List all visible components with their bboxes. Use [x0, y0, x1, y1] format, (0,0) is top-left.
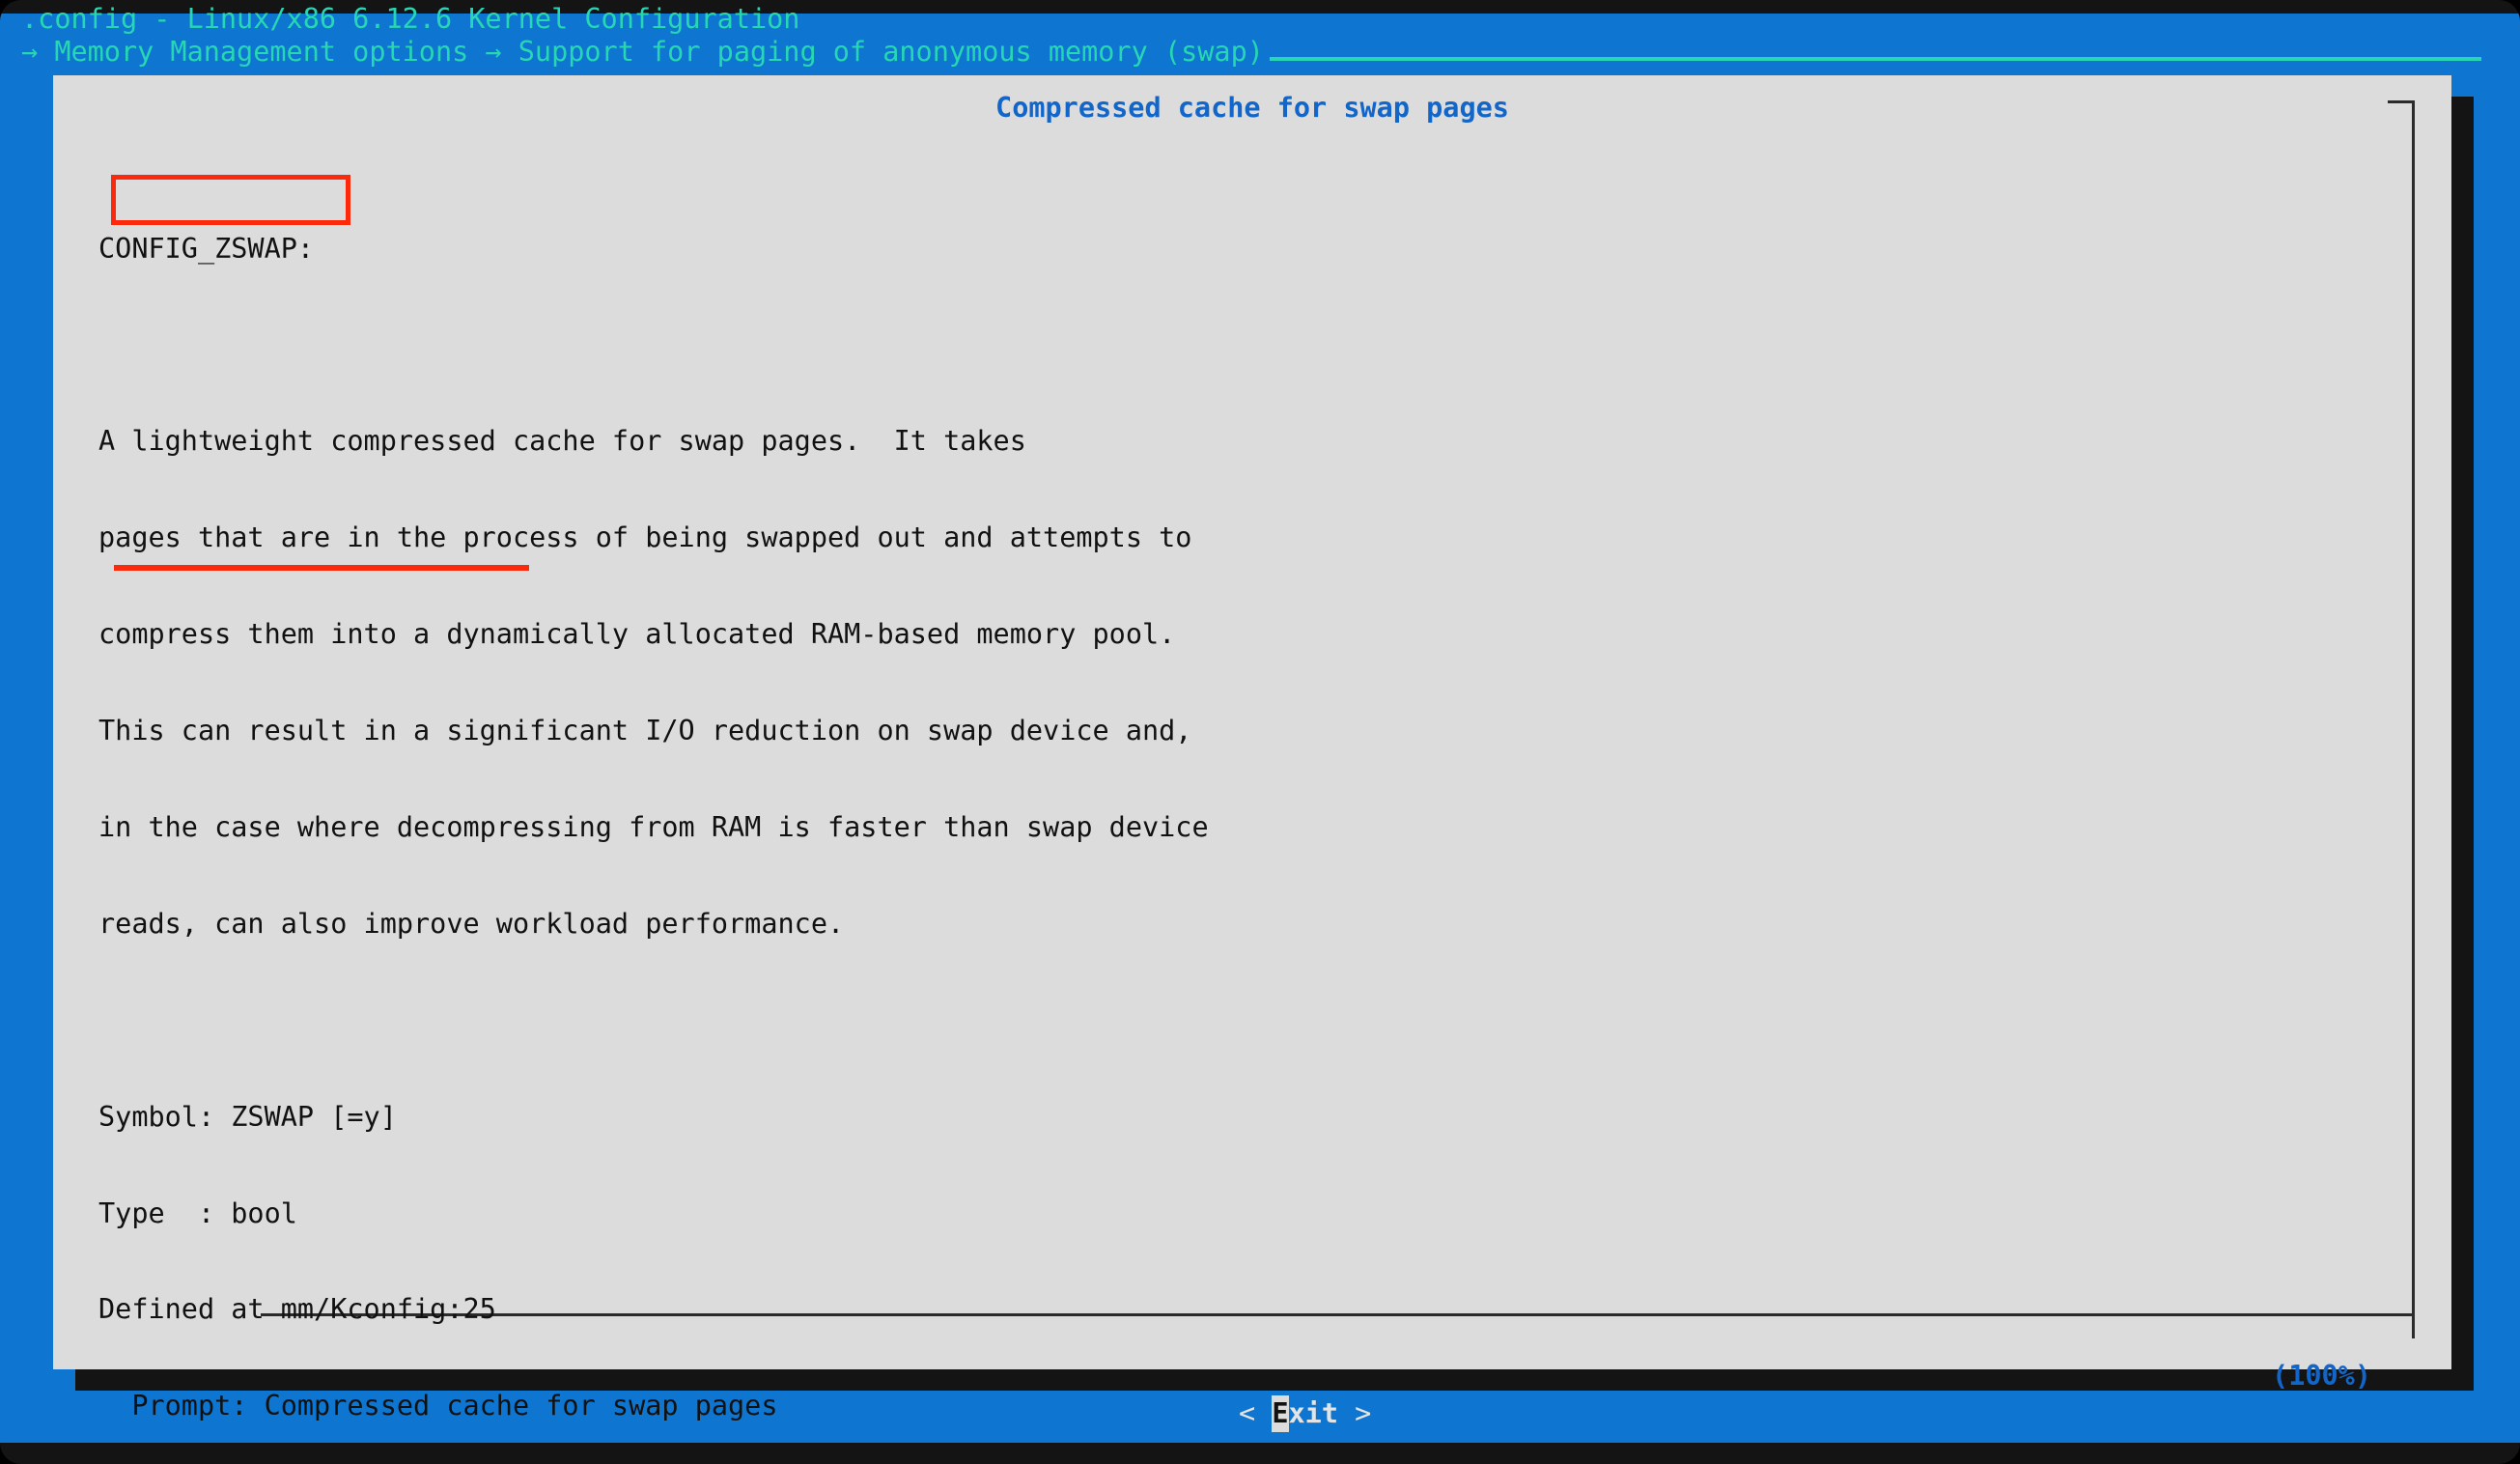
- exit-button[interactable]: < E xit >: [1233, 1395, 1378, 1432]
- config-symbol-header: CONFIG_ZSWAP:: [98, 232, 315, 265]
- terminal-window: .config - Linux/x86 6.12.6 Kernel Config…: [0, 0, 2520, 1464]
- help-line: A lightweight compressed cache for swap …: [98, 425, 1026, 458]
- exit-hotkey-letter: E: [1272, 1395, 1289, 1432]
- annotation-underline-defined-at: [114, 565, 529, 571]
- help-line: This can result in a significant I/O red…: [98, 715, 1192, 747]
- help-line-symbol: Symbol: ZSWAP [=y]: [98, 1100, 397, 1133]
- help-line: in the case where decompressing from RAM…: [98, 810, 1209, 843]
- help-line: reads, can also improve workload perform…: [98, 907, 845, 940]
- help-line-defined-at: Defined at mm/Kconfig:25: [98, 1293, 496, 1326]
- dialog-inner-border-right: [2412, 100, 2415, 1338]
- header-divider-rule: [1270, 57, 2481, 61]
- breadcrumb: → Memory Management options → Support fo…: [21, 36, 1264, 68]
- exit-bracket-left: <: [1239, 1397, 1273, 1429]
- exit-label-rest: xit: [1288, 1397, 1338, 1429]
- scroll-percent-indicator: (100%): [2272, 1360, 2371, 1392]
- help-line-type: Type : bool: [98, 1197, 297, 1229]
- window-title: .config - Linux/x86 6.12.6 Kernel Config…: [21, 3, 800, 35]
- help-line: [98, 1004, 1209, 1036]
- help-line-prompt: Prompt: Compressed cache for swap pages: [98, 1390, 778, 1422]
- help-text-body: CONFIG_ZSWAP: A lightweight compressed c…: [98, 168, 1209, 1464]
- help-line: compress them into a dynamically allocat…: [98, 618, 1176, 651]
- help-line: pages that are in the process of being s…: [98, 521, 1192, 554]
- help-dialog: Compressed cache for swap pages CONFIG_Z…: [53, 75, 2451, 1432]
- help-line: [98, 328, 1209, 360]
- dialog-title: Compressed cache for swap pages: [995, 92, 1509, 124]
- menuconfig-header: .config - Linux/x86 6.12.6 Kernel Config…: [0, 0, 2520, 83]
- exit-bracket-right: >: [1337, 1397, 1372, 1429]
